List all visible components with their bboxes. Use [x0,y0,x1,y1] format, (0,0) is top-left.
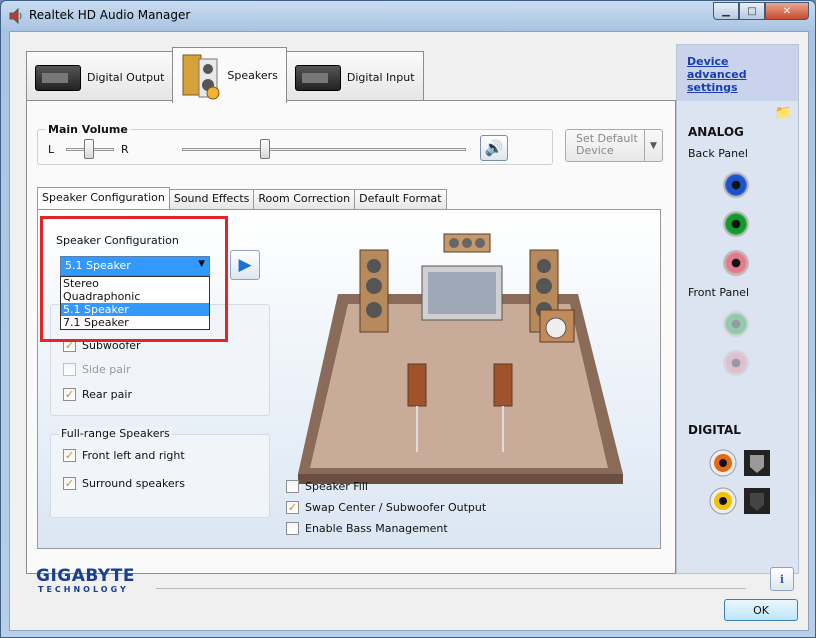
checkmark-icon: ✓ [63,477,76,490]
tab-default-format[interactable]: Default Format [354,189,447,209]
checkbox-label: Side pair [82,363,131,376]
checkbox-label: Rear pair [82,388,132,401]
pink-jack-icon[interactable] [723,250,749,276]
device-advanced-area: Device advanced settings [677,45,798,101]
main-volume-label: Main Volume [46,123,130,136]
checkbox-label: Front left and right [82,449,185,462]
speaker-icon: 🔊 [484,139,504,157]
volume-slider-thumb[interactable] [260,139,270,159]
analog-heading: ANALOG [688,125,744,139]
checkbox-label: Subwoofer [82,339,141,352]
folder-icon[interactable]: 📁 [775,105,792,121]
ok-label: OK [753,603,769,617]
surround-speakers-checkbox[interactable]: ✓ Surround speakers [63,477,185,490]
window-title: Realtek HD Audio Manager [29,8,191,22]
tab-room-correction[interactable]: Room Correction [253,189,356,209]
speaker-app-icon [9,8,22,24]
checkbox-box [286,522,299,535]
main-volume-group: Main Volume L R 🔊 [37,123,553,165]
tab-digital-input[interactable]: Digital Input [285,51,424,103]
option-7-1-speaker[interactable]: 7.1 Speaker [61,316,209,329]
option-stereo[interactable]: Stereo [61,277,209,290]
checkmark-icon: ✓ [63,449,76,462]
ok-button[interactable]: OK [724,599,798,621]
swap-center-subwoofer-checkbox[interactable]: ✓ Swap Center / Subwoofer Output [286,501,486,514]
checkbox-label: Enable Bass Management [305,522,448,535]
set-default-device-button[interactable]: Set Default Device ▼ [565,129,663,162]
tab-label: Speakers [227,69,278,82]
tab-sound-effects[interactable]: Sound Effects [168,189,255,209]
speaker-config-select[interactable]: 5.1 Speaker ▼ [60,256,210,276]
back-panel-label: Back Panel [688,147,748,160]
gigabyte-logo-subtitle: TECHNOLOGY [38,585,129,594]
digital-output-device-icon [35,64,81,91]
front-green-jack-icon[interactable] [723,311,749,337]
option-5-1-speaker[interactable]: 5.1 Speaker [61,303,209,316]
info-icon: i [779,572,785,586]
mute-button[interactable]: 🔊 [480,135,508,161]
rear-pair-checkbox[interactable]: ✓ Rear pair [63,388,132,401]
gigabyte-logo: GIGABYTE [36,566,135,586]
blue-jack-icon[interactable] [723,172,749,198]
tab-speakers[interactable]: Speakers [172,47,287,103]
speakers-device-icon [182,54,220,99]
speaker-configuration-panel: Speaker Configuration 5.1 Speaker ▼ ▶ St… [37,209,661,549]
play-icon: ▶ [238,255,252,275]
maximize-button[interactable]: □ [739,2,765,20]
coaxial-yellow-jack-icon[interactable] [709,487,737,515]
play-test-button[interactable]: ▶ [230,250,260,280]
optical-in-jack-icon[interactable] [743,487,771,515]
tab-speaker-configuration[interactable]: Speaker Configuration [37,187,170,209]
set-default-label: Set Default Device [576,132,638,157]
balance-right-label: R [121,143,129,156]
front-pink-jack-icon[interactable] [723,350,749,376]
side-pair-checkbox[interactable]: Side pair [63,363,131,376]
digital-input-device-icon [294,64,341,91]
coaxial-orange-jack-icon[interactable] [709,449,737,477]
speaker-config-dropdown: Stereo Quadraphonic 5.1 Speaker 7.1 Spea… [60,276,210,330]
sub-tabs: Speaker Configuration Sound Effects Room… [37,187,447,209]
checkbox-label: Speaker Fill [305,480,368,493]
device-tabs: Digital Output Speakers Digital Input [26,47,424,103]
checkmark-icon: ✓ [286,501,299,514]
volume-slider-track[interactable] [182,148,466,151]
client-area: Digital Output Speakers Digital Input Ma… [9,31,809,631]
connector-panel: Device advanced settings 📁 ANALOG Back P… [676,44,799,574]
close-button[interactable]: ✕ [765,2,809,20]
checkmark-icon: ✓ [63,339,76,352]
balance-left-label: L [48,143,55,156]
info-button[interactable]: i [770,567,794,591]
front-panel-label: Front Panel [688,286,749,299]
speakers-panel: Main Volume L R 🔊 Set Default Device ▼ S… [26,100,676,574]
full-range-speakers-label: Full-range Speakers [59,427,172,440]
checkbox-box [63,363,76,376]
enable-bass-management-checkbox[interactable]: Enable Bass Management [286,522,448,535]
checkbox-label: Swap Center / Subwoofer Output [305,501,487,514]
chevron-down-icon[interactable]: ▼ [644,130,662,161]
app-window: Realtek HD Audio Manager ▁ □ ✕ Digital O… [0,0,816,638]
chevron-down-icon: ▼ [198,259,205,269]
option-quadraphonic[interactable]: Quadraphonic [61,290,209,303]
tab-label: Digital Output [87,71,165,84]
full-range-speakers-group: Full-range Speakers ✓ Front left and righ… [50,427,270,518]
title-bar[interactable]: Realtek HD Audio Manager ▁ □ ✕ [1,1,815,31]
front-left-right-checkbox[interactable]: ✓ Front left and right [63,449,185,462]
speaker-config-selected: 5.1 Speaker [65,259,131,272]
tab-label: Digital Input [346,71,415,84]
checkmark-icon: ✓ [63,388,76,401]
speaker-config-group-label: Speaker Configuration [56,234,179,247]
green-jack-icon[interactable] [723,211,749,237]
speaker-room-illustration[interactable] [278,224,638,484]
optical-out-jack-icon[interactable] [743,449,771,477]
digital-heading: DIGITAL [688,423,741,437]
subwoofer-checkbox[interactable]: ✓ Subwoofer [63,339,141,352]
footer-divider [156,588,746,589]
checkbox-label: Surround speakers [82,477,185,490]
device-advanced-settings-link[interactable]: Device advanced settings [687,55,788,94]
minimize-button[interactable]: ▁ [713,2,739,20]
speaker-fill-checkbox[interactable]: Speaker Fill [286,480,368,493]
tab-digital-output[interactable]: Digital Output [26,51,174,103]
balance-slider-thumb[interactable] [84,139,94,159]
checkbox-box [286,480,299,493]
